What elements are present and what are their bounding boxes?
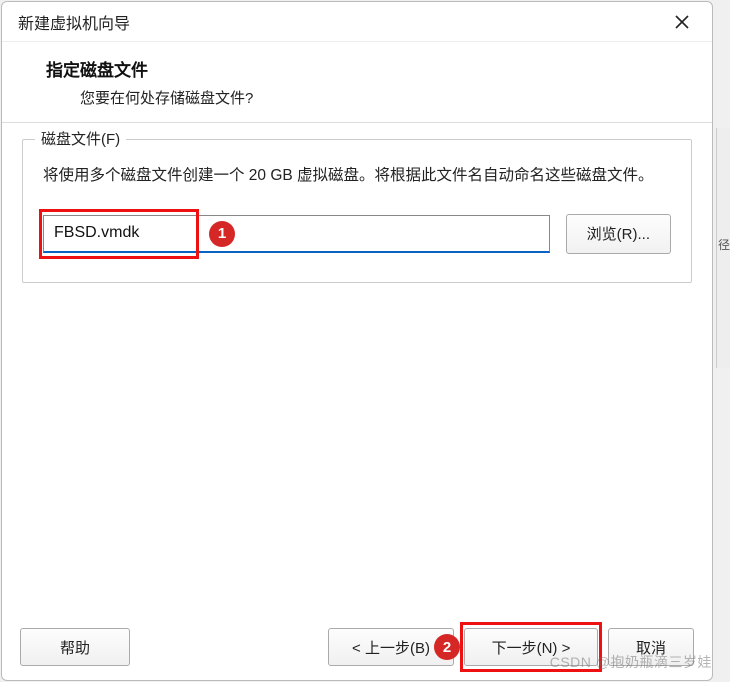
window-title: 新建虚拟机向导 bbox=[18, 10, 130, 34]
cancel-button[interactable]: 取消 bbox=[608, 628, 694, 666]
footer-bar: 帮助 < 上一步(B) 2 下一步(N) > 取消 bbox=[2, 616, 712, 680]
group-description: 将使用多个磁盘文件创建一个 20 GB 虚拟磁盘。将根据此文件名自动命名这些磁盘… bbox=[43, 162, 671, 190]
back-button-wrap: < 上一步(B) 2 bbox=[328, 628, 454, 666]
next-button-wrap: 下一步(N) > bbox=[464, 628, 598, 666]
file-input-row: 1 浏览(R)... bbox=[43, 214, 671, 254]
content-area: 磁盘文件(F) 将使用多个磁盘文件创建一个 20 GB 虚拟磁盘。将根据此文件名… bbox=[2, 123, 712, 616]
next-button[interactable]: 下一步(N) > bbox=[464, 628, 598, 666]
close-icon bbox=[674, 14, 690, 30]
close-button[interactable] bbox=[666, 8, 698, 36]
side-char: 径 bbox=[718, 236, 730, 250]
step-title: 指定磁盘文件 bbox=[46, 56, 684, 81]
browse-button[interactable]: 浏览(R)... bbox=[566, 214, 671, 254]
help-button[interactable]: 帮助 bbox=[20, 628, 130, 666]
file-input-wrap: 1 bbox=[43, 215, 550, 253]
titlebar: 新建虚拟机向导 bbox=[2, 2, 712, 42]
wizard-dialog: 新建虚拟机向导 指定磁盘文件 您要在何处存储磁盘文件? 磁盘文件(F) 将使用多… bbox=[1, 1, 713, 681]
step-subtitle: 您要在何处存储磁盘文件? bbox=[46, 87, 684, 108]
group-legend: 磁盘文件(F) bbox=[35, 128, 126, 149]
wizard-header: 指定磁盘文件 您要在何处存储磁盘文件? bbox=[2, 42, 712, 123]
disk-file-input[interactable] bbox=[43, 215, 550, 253]
disk-file-group: 磁盘文件(F) 将使用多个磁盘文件创建一个 20 GB 虚拟磁盘。将根据此文件名… bbox=[22, 139, 692, 283]
back-button[interactable]: < 上一步(B) bbox=[328, 628, 454, 666]
